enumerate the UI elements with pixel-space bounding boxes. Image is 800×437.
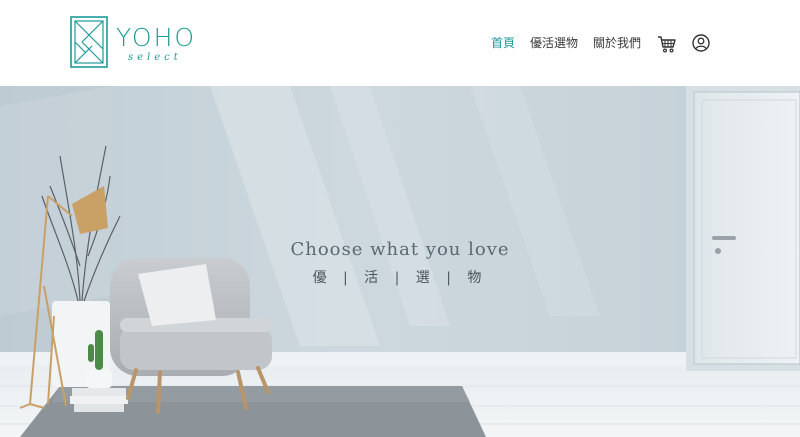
user-icon[interactable] (692, 34, 710, 52)
site-header: YOHO select 首頁 優活選物 關於我們 (0, 0, 800, 86)
hero-room-image (0, 86, 800, 437)
main-nav: 首頁 優活選物 關於我們 (491, 34, 710, 54)
nav-home-link[interactable]: 首頁 (491, 34, 515, 52)
cart-icon[interactable] (657, 34, 677, 54)
hero-banner: Choose what you love 優 | 活 | 選 | 物 (0, 86, 800, 437)
hero-tagline: Choose what you love (290, 239, 510, 260)
nav-about-link[interactable]: 關於我們 (593, 34, 641, 52)
brand-script: select (128, 52, 182, 63)
nav-shop-link[interactable]: 優活選物 (530, 34, 578, 52)
page: YOHO select 首頁 優活選物 關於我們 Choose what you… (0, 0, 800, 437)
brand-logo[interactable]: YOHO select (70, 16, 200, 70)
hero-subtitle: 優 | 活 | 選 | 物 (312, 270, 488, 286)
brand-name: YOHO (116, 23, 197, 52)
logo-mark-icon (70, 16, 108, 68)
